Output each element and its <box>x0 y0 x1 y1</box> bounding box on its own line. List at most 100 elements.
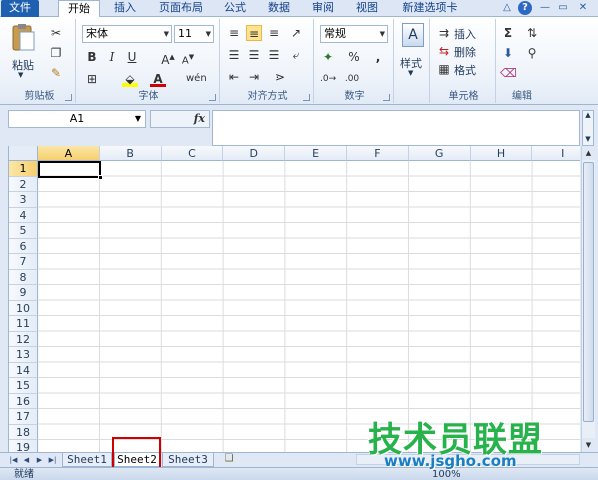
font-name-combo[interactable]: 宋体 ▼ <box>82 25 172 43</box>
help-icon[interactable]: ? <box>518 1 532 15</box>
increase-decimal-icon[interactable]: .0→ <box>320 71 336 87</box>
row-header[interactable]: 2 <box>9 176 38 192</box>
cell-area[interactable] <box>38 161 580 452</box>
orientation-icon[interactable]: ↗ <box>288 25 304 41</box>
align-right-icon[interactable]: ☰ <box>266 47 282 63</box>
underline-icon[interactable]: U <box>124 49 140 65</box>
next-sheet-icon[interactable]: ▶ <box>34 454 45 466</box>
fill-color-icon[interactable]: ⬙ <box>122 71 138 87</box>
row-header[interactable]: 16 <box>9 393 38 409</box>
last-sheet-icon[interactable]: ▶| <box>47 454 58 466</box>
row-header[interactable]: 9 <box>9 285 38 301</box>
scroll-up-icon[interactable]: ▲ <box>582 146 595 160</box>
row-header[interactable]: 7 <box>9 254 38 270</box>
increase-indent-icon[interactable]: ⇥ <box>246 69 262 85</box>
column-header[interactable]: C <box>161 146 224 161</box>
column-header[interactable]: H <box>470 146 533 161</box>
scroll-down-icon[interactable]: ▼ <box>582 438 595 452</box>
wrap-text-icon[interactable]: ⤶ <box>288 47 304 63</box>
tab-formulas[interactable]: 公式 <box>218 0 252 17</box>
vertical-scroll-thumb[interactable] <box>583 162 594 422</box>
font-launcher-icon[interactable] <box>209 94 216 101</box>
select-all-corner[interactable] <box>9 146 38 161</box>
tab-new-tab[interactable]: 新建选项卡 <box>396 0 464 17</box>
paste-button[interactable] <box>10 23 36 53</box>
ribbon-collapse-icon[interactable]: △ <box>500 1 514 15</box>
copy-icon[interactable]: ❐ <box>48 45 64 61</box>
formula-input[interactable] <box>212 110 580 146</box>
decrease-font-icon[interactable]: A▼ <box>180 49 196 66</box>
row-header[interactable]: 18 <box>9 424 38 440</box>
align-left-icon[interactable]: ☰ <box>226 47 242 63</box>
percent-icon[interactable]: % <box>346 49 362 65</box>
find-select-icon[interactable]: ⚲ <box>524 45 540 61</box>
align-middle-icon[interactable]: ≡ <box>246 25 262 41</box>
tab-file[interactable]: 文件 <box>1 0 39 17</box>
row-header[interactable]: 11 <box>9 316 38 332</box>
increase-font-icon[interactable]: A▲ <box>160 49 176 67</box>
column-header[interactable]: G <box>408 146 471 161</box>
phonetic-icon[interactable]: wén <box>186 71 207 87</box>
autosum-icon[interactable]: Σ <box>500 25 516 41</box>
tab-page-layout[interactable]: 页面布局 <box>150 0 212 17</box>
tab-review[interactable]: 审阅 <box>306 0 340 17</box>
sheet-tab-3[interactable]: Sheet3 <box>162 453 214 467</box>
insert-cells-button[interactable]: ⇉ 插入 <box>436 25 494 41</box>
tab-home[interactable]: 开始 <box>58 0 100 18</box>
row-header[interactable]: 4 <box>9 207 38 223</box>
row-header[interactable]: 10 <box>9 300 38 316</box>
clear-icon[interactable]: ⌫ <box>500 65 517 81</box>
align-bottom-icon[interactable]: ≡ <box>266 25 282 41</box>
tab-view[interactable]: 视图 <box>350 0 384 17</box>
name-box[interactable]: A1 ▼ <box>8 110 146 128</box>
column-header[interactable]: A <box>38 146 100 161</box>
row-header[interactable]: 5 <box>9 223 38 239</box>
styles-group[interactable]: A 样式 ▼ <box>396 19 430 103</box>
decrease-decimal-icon[interactable]: .00 <box>344 71 360 87</box>
sheet-tab-1[interactable]: Sheet1 <box>62 453 112 467</box>
paste-dropdown-icon[interactable]: ▼ <box>18 71 23 79</box>
worksheet-grid[interactable]: ABCDEFGHI 1 2 3 4 5 6 7 8 9 10 11 12 13 14 15 16 17 18 19 <box>8 146 580 452</box>
close-icon[interactable]: ✕ <box>576 1 590 15</box>
row-header[interactable]: 12 <box>9 331 38 347</box>
row-header[interactable]: 14 <box>9 362 38 378</box>
column-header[interactable]: B <box>99 146 162 161</box>
delete-cells-button[interactable]: ⇆ 删除 <box>436 43 494 59</box>
italic-icon[interactable]: I <box>104 49 120 65</box>
number-launcher-icon[interactable] <box>383 94 390 101</box>
row-header[interactable]: 8 <box>9 269 38 285</box>
column-header[interactable]: F <box>347 146 409 161</box>
insert-function-icon[interactable]: fx <box>194 112 205 125</box>
cut-icon[interactable]: ✂ <box>48 25 64 41</box>
tab-data[interactable]: 数据 <box>262 0 296 17</box>
font-color-icon[interactable]: A <box>150 71 166 87</box>
format-painter-icon[interactable]: ✎ <box>48 65 64 81</box>
fill-icon[interactable]: ⬇ <box>500 45 516 61</box>
accounting-icon[interactable]: ✦ <box>320 49 336 65</box>
minimize-icon[interactable]: — <box>538 1 552 15</box>
column-header[interactable]: E <box>285 146 347 161</box>
formula-bar-expand[interactable]: ▲ ▼ <box>582 110 594 146</box>
first-sheet-icon[interactable]: |◀ <box>8 454 19 466</box>
row-header[interactable]: 3 <box>9 192 38 208</box>
prev-sheet-icon[interactable]: ◀ <box>21 454 32 466</box>
fill-handle[interactable] <box>98 175 103 180</box>
vertical-scrollbar[interactable]: ▲ ▼ <box>581 146 595 452</box>
format-cells-button[interactable]: ▦ 格式 <box>436 61 494 77</box>
comma-icon[interactable]: , <box>370 49 386 65</box>
column-header[interactable]: D <box>223 146 286 161</box>
border-icon[interactable]: ⊞ <box>84 71 100 87</box>
align-top-icon[interactable]: ≡ <box>226 25 242 41</box>
row-header[interactable]: 15 <box>9 378 38 394</box>
tab-insert[interactable]: 插入 <box>108 0 142 17</box>
restore-icon[interactable]: ▭ <box>556 1 570 15</box>
decrease-indent-icon[interactable]: ⇤ <box>226 69 242 85</box>
merge-center-icon[interactable]: ⋗ <box>272 69 288 85</box>
alignment-launcher-icon[interactable] <box>303 94 310 101</box>
clipboard-launcher-icon[interactable] <box>65 94 72 101</box>
insert-sheet-icon[interactable]: ❏ <box>218 452 240 466</box>
row-header[interactable]: 17 <box>9 409 38 425</box>
column-header[interactable]: I <box>532 146 580 161</box>
row-header[interactable]: 6 <box>9 238 38 254</box>
row-header[interactable]: 13 <box>9 347 38 363</box>
